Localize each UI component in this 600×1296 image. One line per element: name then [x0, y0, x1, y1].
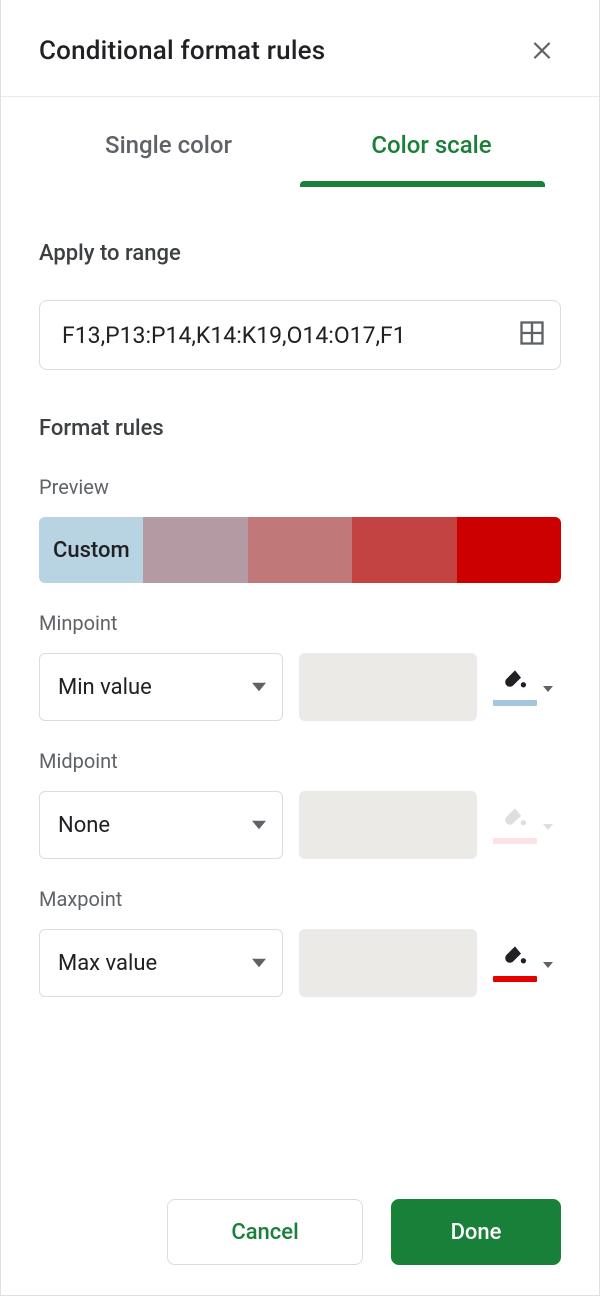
minpoint-color-swatch — [493, 700, 537, 706]
grid-selector-icon[interactable] — [518, 319, 546, 351]
preview-seg-3 — [248, 517, 352, 583]
minpoint-value-input — [299, 653, 477, 721]
maxpoint-value-input — [299, 929, 477, 997]
conditional-format-panel: Conditional format rules Single color Co… — [0, 0, 600, 1296]
maxpoint-select-value: Max value — [58, 951, 157, 976]
maxpoint-row: Max value — [39, 929, 561, 997]
maxpoint-select[interactable]: Max value — [39, 929, 283, 997]
panel-header: Conditional format rules — [1, 0, 599, 96]
range-input[interactable] — [60, 321, 518, 350]
tab-color-scale[interactable]: Color scale — [300, 97, 563, 181]
preview-seg-4 — [352, 517, 456, 583]
midpoint-select[interactable]: None — [39, 791, 283, 859]
fill-color-icon — [500, 944, 530, 972]
gradient-preview[interactable]: Custom — [39, 517, 561, 583]
tabs: Single color Color scale — [1, 97, 599, 181]
midpoint-color-button[interactable] — [493, 806, 553, 844]
midpoint-value-input — [299, 791, 477, 859]
fill-color-icon — [500, 806, 530, 834]
fill-color-icon — [500, 668, 530, 696]
preview-seg-5 — [457, 517, 561, 583]
maxpoint-color-swatch — [493, 976, 537, 982]
chevron-down-icon — [543, 955, 553, 974]
midpoint-row: None — [39, 791, 561, 859]
chevron-down-icon — [543, 817, 553, 836]
preview-seg-2 — [143, 517, 247, 583]
minpoint-select[interactable]: Min value — [39, 653, 283, 721]
minpoint-color-button[interactable] — [493, 668, 553, 706]
panel-body: Apply to range Format rules Preview Cust… — [1, 187, 599, 1159]
midpoint-color-swatch — [493, 838, 537, 844]
maxpoint-color-button[interactable] — [493, 944, 553, 982]
preview-badge: Custom — [53, 538, 130, 563]
done-button[interactable]: Done — [391, 1199, 561, 1265]
midpoint-label: Midpoint — [39, 749, 561, 773]
preview-label: Preview — [39, 475, 561, 499]
tab-single-color[interactable]: Single color — [37, 97, 300, 181]
apply-range-heading: Apply to range — [39, 241, 561, 266]
panel-title: Conditional format rules — [39, 36, 325, 66]
minpoint-row: Min value — [39, 653, 561, 721]
chevron-down-icon — [252, 951, 266, 976]
panel-footer: Cancel Done — [1, 1159, 599, 1295]
close-icon[interactable] — [523, 30, 561, 72]
chevron-down-icon — [543, 679, 553, 698]
format-rules-heading: Format rules — [39, 416, 561, 441]
range-input-container[interactable] — [39, 300, 561, 370]
cancel-button[interactable]: Cancel — [167, 1199, 363, 1265]
maxpoint-label: Maxpoint — [39, 887, 561, 911]
minpoint-label: Minpoint — [39, 611, 561, 635]
chevron-down-icon — [252, 675, 266, 700]
chevron-down-icon — [252, 813, 266, 838]
midpoint-select-value: None — [58, 813, 110, 838]
minpoint-select-value: Min value — [58, 675, 152, 700]
